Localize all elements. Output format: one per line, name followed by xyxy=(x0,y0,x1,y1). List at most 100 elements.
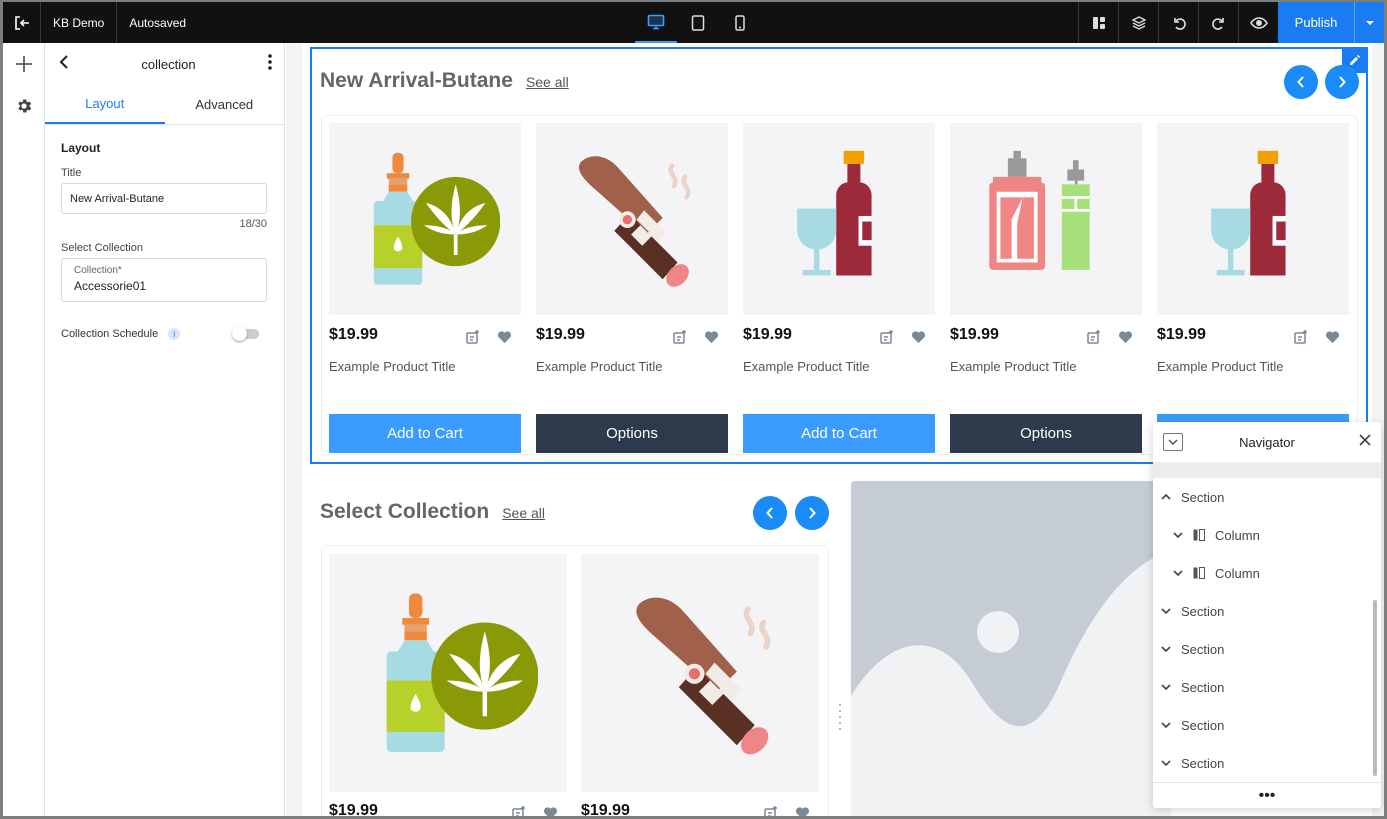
product-title[interactable]: Example Product Title xyxy=(1157,359,1283,374)
section2-next-button[interactable] xyxy=(795,496,829,530)
section2-see-all-link[interactable]: See all xyxy=(502,505,545,521)
layers-icon xyxy=(1130,15,1147,30)
tab-advanced[interactable]: Advanced xyxy=(165,85,285,124)
add-to-list-icon[interactable] xyxy=(879,329,895,345)
product-action-button[interactable]: Add to Cart xyxy=(743,414,935,453)
navigator-close-button[interactable] xyxy=(1359,433,1371,451)
mobile-view-button[interactable] xyxy=(719,2,761,43)
product-card[interactable]: $19.99 Example Product Title Add to Cart xyxy=(743,123,935,453)
exit-button[interactable] xyxy=(3,2,41,43)
tablet-view-button[interactable] xyxy=(677,2,719,43)
title-input[interactable]: New Arrival-Butane xyxy=(61,183,267,214)
heart-icon[interactable] xyxy=(795,806,810,819)
column-resize-handle[interactable] xyxy=(838,703,842,733)
redo-button[interactable] xyxy=(1198,2,1238,43)
chevron-down-icon[interactable] xyxy=(1161,684,1171,690)
navigator-section-item[interactable]: Section xyxy=(1153,478,1224,516)
product-card[interactable]: $19.99 Example Product Title Add to Cart xyxy=(329,123,521,453)
navigator-section-item[interactable]: Section xyxy=(1153,706,1224,744)
left-rail xyxy=(3,43,45,816)
add-to-list-icon[interactable] xyxy=(1293,329,1309,345)
navigator-more-button[interactable]: ••• xyxy=(1153,782,1381,808)
panel-body: Layout Title New Arrival-Butane 18/30 Se… xyxy=(45,125,284,356)
section1-see-all-link[interactable]: See all xyxy=(526,74,569,90)
add-to-list-icon[interactable] xyxy=(763,805,779,819)
templates-button[interactable] xyxy=(1078,2,1118,43)
heart-icon[interactable] xyxy=(497,330,512,344)
product-image[interactable] xyxy=(950,123,1142,315)
publish-button[interactable]: Publish xyxy=(1278,2,1354,43)
tab-layout[interactable]: Layout xyxy=(45,85,165,124)
chevron-up-icon[interactable] xyxy=(1161,494,1171,500)
navigator-section-item[interactable]: Section xyxy=(1153,630,1224,668)
product-image[interactable] xyxy=(329,554,567,792)
chevron-down-icon[interactable] xyxy=(1173,532,1183,538)
product-card[interactable]: $19.99 Example Product Title Options xyxy=(950,123,1142,453)
info-icon[interactable]: i xyxy=(168,328,181,340)
product-image[interactable] xyxy=(1157,123,1349,315)
navigator-column-item[interactable]: Column xyxy=(1153,516,1260,554)
perfume-vape-icon xyxy=(989,151,1090,271)
image-placeholder[interactable] xyxy=(851,481,1171,816)
product-title[interactable]: Example Product Title xyxy=(329,359,455,374)
chevron-right-icon xyxy=(809,507,816,519)
product-image[interactable] xyxy=(743,123,935,315)
navigator-item-label: Column xyxy=(1215,565,1260,581)
settings-button[interactable] xyxy=(3,85,45,127)
navigator-section-item[interactable]: Section xyxy=(1153,668,1224,706)
navigator-item-label: Section xyxy=(1181,603,1225,619)
product-image[interactable] xyxy=(536,123,728,315)
product-card[interactable]: $19.99 Example Product Title xyxy=(1157,123,1349,453)
navigator-section-item[interactable]: Section xyxy=(1153,592,1224,630)
product-card[interactable]: $19.99 xyxy=(329,554,567,819)
section1-header: New Arrival-Butane See all xyxy=(320,69,569,93)
section1-prev-button[interactable] xyxy=(1284,65,1318,99)
product-image[interactable] xyxy=(329,123,521,315)
plus-icon xyxy=(16,56,32,72)
layers-button[interactable] xyxy=(1118,2,1158,43)
add-to-list-icon[interactable] xyxy=(1086,329,1102,345)
publish-options-button[interactable] xyxy=(1354,2,1384,43)
chevron-down-icon[interactable] xyxy=(1161,608,1171,614)
add-to-list-icon[interactable] xyxy=(511,805,527,819)
product-card[interactable]: $19.99 Example Product Title Options xyxy=(536,123,728,453)
heart-icon[interactable] xyxy=(1325,330,1340,344)
back-button[interactable] xyxy=(59,54,69,74)
layout-grid-icon xyxy=(1092,16,1105,29)
heart-icon[interactable] xyxy=(543,806,558,819)
product-title[interactable]: Example Product Title xyxy=(743,359,869,374)
navigator-column-item[interactable]: Column xyxy=(1153,554,1260,592)
chevron-down-icon[interactable] xyxy=(1173,570,1183,576)
navigator-item-label: Section xyxy=(1181,717,1225,733)
product-title[interactable]: Example Product Title xyxy=(950,359,1076,374)
navigator-title: Navigator xyxy=(1239,434,1295,450)
product-title[interactable]: Example Product Title xyxy=(536,359,662,374)
add-to-list-icon[interactable] xyxy=(672,329,688,345)
product-action-button[interactable]: Options xyxy=(950,414,1142,453)
desktop-view-button[interactable] xyxy=(635,2,677,43)
column-icon xyxy=(1193,567,1205,579)
product-image[interactable] xyxy=(581,554,819,792)
section1-next-button[interactable] xyxy=(1325,65,1359,99)
chevron-down-icon[interactable] xyxy=(1161,722,1171,728)
navigator-section-item[interactable]: Section xyxy=(1153,744,1224,782)
chevron-down-icon[interactable] xyxy=(1161,646,1171,652)
chevron-down-icon[interactable] xyxy=(1161,760,1171,766)
navigator-scrollbar[interactable] xyxy=(1373,600,1377,776)
chevron-left-icon xyxy=(766,507,773,519)
heart-icon[interactable] xyxy=(911,330,926,344)
heart-icon[interactable] xyxy=(1118,330,1133,344)
collection-schedule-toggle[interactable] xyxy=(232,326,259,341)
heart-icon[interactable] xyxy=(704,330,719,344)
section2-prev-button[interactable] xyxy=(753,496,787,530)
navigator-collapse-button[interactable] xyxy=(1163,433,1183,451)
product-card[interactable]: $19.99 xyxy=(581,554,819,819)
collection-select[interactable]: Collection* Accessorie01 xyxy=(61,258,267,302)
preview-button[interactable] xyxy=(1238,2,1278,43)
product-action-button[interactable]: Options xyxy=(536,414,728,453)
add-to-list-icon[interactable] xyxy=(465,329,481,345)
undo-button[interactable] xyxy=(1158,2,1198,43)
product-action-button[interactable]: Add to Cart xyxy=(329,414,521,453)
add-element-button[interactable] xyxy=(3,43,45,85)
more-options-button[interactable] xyxy=(268,53,272,75)
